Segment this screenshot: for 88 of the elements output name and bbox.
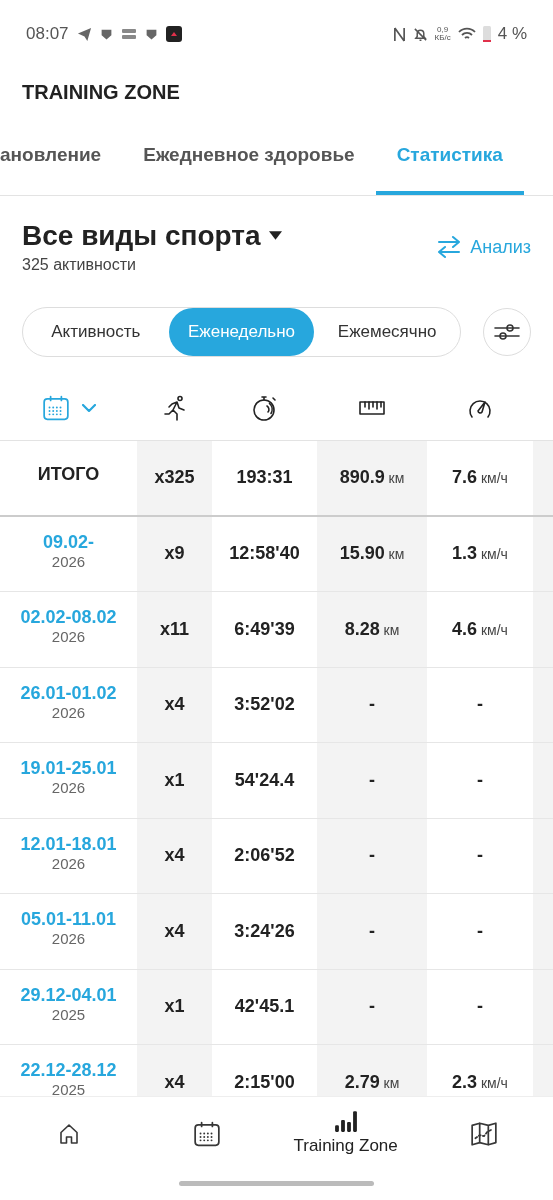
shield-icon: [99, 27, 113, 41]
table-cell-text: 3:24'26: [234, 919, 295, 943]
week-year: 2026: [51, 553, 86, 569]
table-cell-text: 12:58'40: [229, 542, 300, 566]
map-icon: [469, 1120, 498, 1148]
table-cell-text: -: [369, 995, 375, 1019]
shield-icon: [144, 27, 158, 41]
table-cell-text: x4: [164, 693, 185, 717]
nav-item[interactable]: Training Zone: [276, 1102, 415, 1166]
table-cell-text: x9: [164, 542, 185, 566]
table-cell-text: 8.28 км: [344, 617, 400, 641]
table-cell-text: -: [477, 995, 483, 1019]
table-cell-text: 42'45.1: [234, 995, 295, 1019]
table-cell-text: 2.79 км: [344, 1070, 400, 1094]
table-cell-text: x4: [164, 919, 185, 943]
running-person-icon: [162, 395, 187, 421]
table-cell-text: 4.6 км/ч: [452, 617, 508, 641]
table-cell-text: 2:15'00: [234, 1070, 295, 1094]
muted-bell-icon: [412, 26, 428, 42]
table-cell-text: x1: [164, 768, 185, 792]
week-year: 2026: [51, 704, 86, 720]
table-cell-text: 1.3 км/ч: [452, 542, 508, 566]
week-year: 2026: [51, 629, 86, 645]
table-cell-text: 6:49'39: [234, 617, 295, 641]
sport-dropdown[interactable]: Все виды спорта: [22, 217, 282, 253]
battery-percent: 4 %: [497, 23, 527, 46]
activity-count: 325 активности: [22, 254, 137, 275]
table-cell-text: -: [369, 844, 375, 868]
battery-icon: [482, 26, 491, 42]
table-cell-text: 7.6 км/ч: [452, 466, 508, 490]
tab[interactable]: Ежедневное здоровье: [122, 131, 376, 195]
chevron-down-icon: [81, 404, 96, 412]
table-cell-text: x325: [154, 466, 195, 490]
calendar-icon: [41, 394, 70, 422]
week-range[interactable]: 29.12-04.01: [20, 985, 117, 1004]
table-cell-text: -: [477, 693, 483, 717]
week-range[interactable]: 26.01-01.02: [20, 683, 117, 702]
table-cell-text: -: [477, 768, 483, 792]
table-cell-text: 2:06'52: [234, 844, 295, 868]
analysis-link[interactable]: Анализ: [436, 233, 531, 261]
segment-option[interactable]: Ежемесячно: [314, 308, 460, 356]
week-range[interactable]: 05.01-11.01: [20, 910, 117, 929]
week-range[interactable]: 12.01-18.01: [20, 834, 117, 853]
table-cell-text: 193:31: [236, 466, 293, 490]
app-icon: [120, 28, 137, 40]
paper-plane-icon: [76, 26, 92, 42]
total-label: ИТОГО: [37, 463, 100, 487]
table-cell-text: 54'24.4: [234, 768, 295, 792]
table-cell-text: -: [369, 693, 375, 717]
table-cell-text: 890.9 км: [339, 466, 405, 490]
status-time: 08:07: [26, 23, 69, 46]
network-speed: 0,9: [437, 26, 449, 34]
week-year: 2026: [51, 780, 86, 796]
week-year: 2025: [51, 1082, 86, 1096]
segment-option[interactable]: Активность: [23, 308, 169, 356]
segment-option[interactable]: Еженедельно: [168, 308, 315, 356]
nfc-icon: [392, 26, 406, 42]
ruler-icon: [359, 400, 385, 416]
week-year: 2026: [51, 855, 86, 871]
stopwatch-icon: [251, 394, 278, 422]
table-cell-text: -: [477, 919, 483, 943]
table-cell-text: -: [369, 768, 375, 792]
bar-chart-icon: [333, 1109, 358, 1134]
table-cell-text: x1: [164, 995, 185, 1019]
tab[interactable]: Статистика: [375, 131, 524, 195]
app-title: TRAINING ZONE: [22, 80, 180, 105]
app-icon: [165, 26, 182, 42]
table-cell-text: x4: [164, 1070, 185, 1094]
week-year: 2025: [51, 1006, 86, 1022]
wifi-icon: [457, 27, 476, 41]
week-range[interactable]: 19.01-25.01: [20, 759, 117, 778]
week-year: 2026: [51, 931, 86, 947]
sliders-icon: [494, 322, 520, 342]
network-speed-unit: КБ/с: [434, 34, 451, 42]
tab[interactable]: ановление: [0, 131, 123, 195]
calendar-icon: [193, 1120, 222, 1148]
table-cell-text: 3:52'02: [234, 693, 295, 717]
caret-icon: [268, 230, 282, 240]
table-cell-text: -: [477, 844, 483, 868]
week-range[interactable]: 22.12-28.12: [20, 1061, 117, 1080]
table-cell-text: -: [369, 919, 375, 943]
table-cell-text: x11: [159, 617, 189, 641]
table-cell-text: x4: [164, 844, 185, 868]
swap-icon: [436, 234, 463, 260]
week-range[interactable]: 09.02-: [42, 532, 94, 551]
table-cell-text: 2.3 км/ч: [452, 1070, 508, 1094]
week-range[interactable]: 02.02-08.02: [20, 608, 117, 627]
table-cell-text: 15.90 км: [339, 542, 405, 566]
